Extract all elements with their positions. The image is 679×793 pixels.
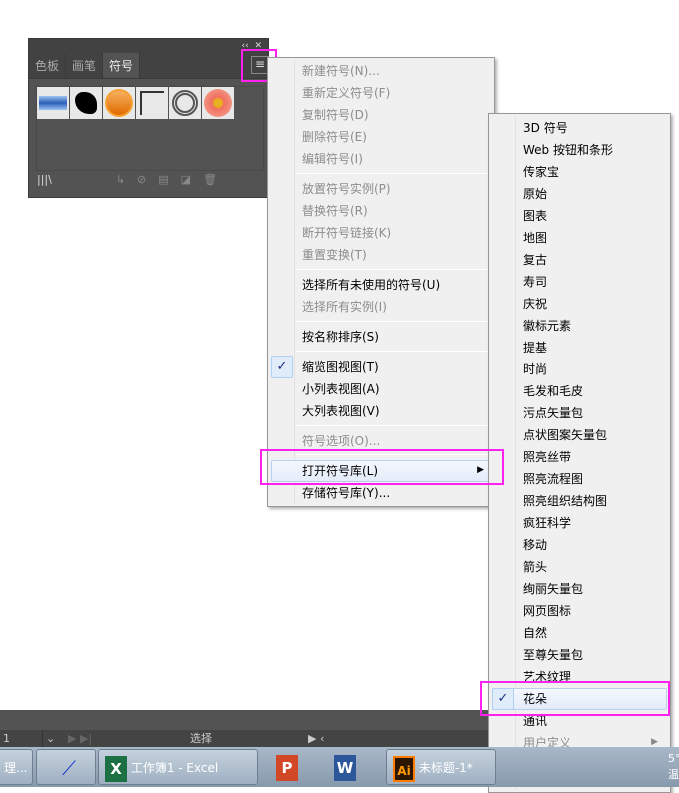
excel-icon: X — [105, 755, 127, 782]
menu-item[interactable]: 断开符号链接(K) — [302, 222, 391, 244]
word-icon: W — [334, 754, 356, 781]
library-item[interactable]: 传家宝 — [523, 161, 559, 183]
library-item[interactable]: 网页图标 — [523, 600, 571, 622]
menu-item[interactable]: 复制符号(D) — [302, 104, 369, 126]
library-item[interactable]: 自然 — [523, 622, 547, 644]
delete-icon[interactable]: 🗑 — [203, 173, 217, 186]
taskbar-item[interactable]: 理... — [0, 749, 33, 785]
powerpoint-icon: P — [276, 754, 298, 781]
taskbar-label: 工作簿1 - Excel — [130, 761, 219, 775]
zoom-dropdown-icon[interactable]: ⌄ — [46, 730, 55, 747]
library-item[interactable]: 疯狂科学 — [523, 512, 571, 534]
menu-item[interactable]: 选择所有实例(I) — [302, 296, 387, 318]
symbol-grid — [36, 86, 264, 171]
panel-flyout-menu: 新建符号(N)... 重新定义符号(F) 复制符号(D) 删除符号(E) 编辑符号(I)… — [267, 57, 495, 507]
symbol-corner-marks[interactable] — [136, 87, 168, 119]
library-item[interactable]: Web 按钮和条形 — [523, 139, 613, 161]
library-item[interactable]: 庆祝 — [523, 293, 547, 315]
library-item[interactable]: 照亮丝带 — [523, 446, 571, 468]
taskbar: 理... ⟋ X 工作簿1 - Excel PW Ai 未标题-1* 5°C温 — [0, 747, 679, 787]
highlight-box — [260, 449, 504, 485]
highlight-box — [480, 681, 670, 716]
library-item[interactable]: 寿司 — [523, 271, 547, 293]
taskbar-illustrator[interactable]: Ai 未标题-1* — [386, 749, 496, 785]
menu-item[interactable]: 选择所有未使用的符号(U) — [302, 274, 440, 296]
menu-item[interactable]: 编辑符号(I) — [302, 148, 363, 170]
menu-separator — [296, 351, 492, 352]
menu-separator — [296, 269, 492, 270]
taskbar-paint-tool[interactable]: ⟋ — [36, 749, 96, 785]
menu-item[interactable]: 删除符号(E) — [302, 126, 367, 148]
status-mode: 选择 — [190, 732, 212, 745]
taskbar-label: 理... — [4, 761, 28, 775]
menu-item[interactable]: 按名称排序(S) — [302, 326, 379, 348]
library-item[interactable]: 3D 符号 — [523, 117, 568, 139]
library-item[interactable]: 移动 — [523, 534, 547, 556]
menu-item[interactable]: 存储符号库(Y)... — [302, 482, 390, 504]
new-symbol-icon[interactable]: ◪ — [181, 173, 191, 186]
menu-item[interactable]: 重置变换(T) — [302, 244, 367, 266]
taskbar-excel[interactable]: X 工作簿1 - Excel — [98, 749, 258, 785]
library-item[interactable]: 绚丽矢量包 — [523, 578, 583, 600]
menu-item[interactable]: 小列表视图(A) — [302, 378, 380, 400]
menu-item[interactable]: 重新定义符号(F) — [302, 82, 390, 104]
status-arrow-icon[interactable]: ▶ ‹ — [308, 730, 324, 747]
library-item[interactable]: 箭头 — [523, 556, 547, 578]
menu-item[interactable]: 放置符号实例(P) — [302, 178, 391, 200]
symbol-options-icon[interactable]: ▤ — [158, 173, 168, 186]
library-item[interactable]: 图表 — [523, 205, 547, 227]
symbol-ring[interactable] — [169, 87, 201, 119]
submenu-arrow-icon: ▶ — [651, 736, 658, 747]
library-item[interactable]: 复古 — [523, 249, 547, 271]
brush-icon: ⟋ — [62, 756, 76, 780]
nav-arrows-icon[interactable]: ▶ ▶| — [68, 730, 92, 747]
menu-separator — [296, 321, 492, 322]
menu-separator — [296, 173, 492, 174]
panel-titlebar: ‹‹ ✕ — [29, 39, 268, 53]
library-item[interactable]: 时尚 — [523, 358, 547, 380]
app-dark-bar — [0, 710, 488, 730]
library-item[interactable]: 照亮流程图 — [523, 468, 583, 490]
tray-temp: 5°C — [668, 752, 679, 765]
library-item[interactable]: 地图 — [523, 227, 547, 249]
library-item[interactable]: 原始 — [523, 183, 547, 205]
tab-swatches[interactable]: 色板 — [29, 53, 67, 78]
symbol-library-icon[interactable]: |||\ — [37, 173, 52, 186]
symbol-blue-bar[interactable] — [37, 87, 69, 119]
illustrator-icon: Ai — [393, 755, 415, 782]
status-bar: 1 ⌄ ▶ ▶| 选择 ▶ ‹ — [0, 730, 488, 747]
library-item[interactable]: 提基 — [523, 337, 547, 359]
symbol-flower[interactable] — [202, 87, 234, 119]
place-symbol-icon[interactable]: ↳ — [116, 173, 125, 186]
library-item[interactable]: 至尊矢量包 — [523, 644, 583, 666]
taskbar-office[interactable]: PW — [262, 749, 382, 785]
tray-text: 温 — [668, 768, 679, 781]
library-item[interactable]: 照亮组织结构图 — [523, 490, 607, 512]
symbols-panel: ‹‹ ✕ 色板 画笔 符号 ≡ |||\ ↳ ⊘ ▤ ◪ 🗑 — [28, 38, 269, 198]
menu-item[interactable]: 替换符号(R) — [302, 200, 368, 222]
check-icon: ✓ — [271, 356, 293, 378]
library-item[interactable]: 污点矢量包 — [523, 402, 583, 424]
zoom-field[interactable]: 1 — [3, 730, 43, 747]
taskbar-label: 未标题-1* — [418, 761, 473, 775]
menu-item[interactable]: 新建符号(N)... — [302, 60, 380, 82]
break-link-icon[interactable]: ⊘ — [137, 173, 146, 186]
library-item[interactable]: 点状图案矢量包 — [523, 424, 607, 446]
tab-brushes[interactable]: 画笔 — [66, 53, 104, 78]
menu-separator — [296, 425, 492, 426]
symbol-orange-circle[interactable] — [103, 87, 135, 119]
symbol-ink-splat[interactable] — [70, 87, 102, 119]
library-item[interactable]: 徽标元素 — [523, 315, 571, 337]
panel-footer: |||\ ↳ ⊘ ▤ ◪ 🗑 — [37, 173, 262, 186]
tab-symbols[interactable]: 符号 — [103, 53, 141, 78]
tray: 5°C 温 — [668, 751, 679, 783]
menu-item[interactable]: 大列表视图(V) — [302, 400, 380, 422]
library-item[interactable]: 毛发和毛皮 — [523, 380, 583, 402]
menu-item[interactable]: 缩览图视图(T) — [302, 356, 379, 378]
